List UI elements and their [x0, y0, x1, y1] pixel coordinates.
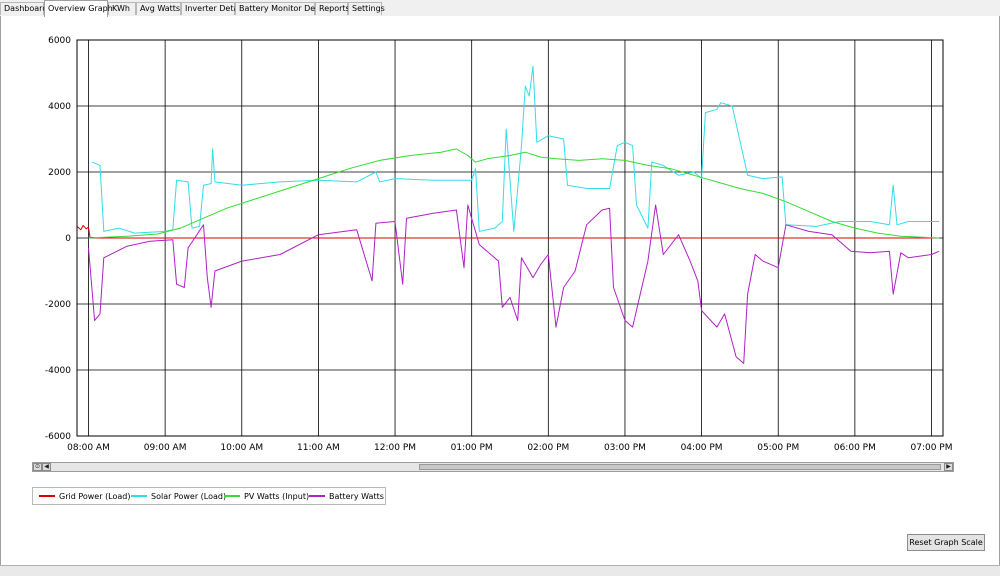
y-tick-label: -2000: [45, 300, 71, 310]
chart-horizontal-scrollbar[interactable]: ⊙ ◀ ▶: [32, 462, 954, 472]
x-tick-label: 03:00 PM: [604, 443, 646, 453]
x-tick-label: 11:00 AM: [297, 443, 340, 453]
y-tick-label: 2000: [48, 168, 71, 178]
scroll-right-arrow-icon[interactable]: ▶: [944, 463, 953, 471]
y-tick-label: 0: [65, 234, 71, 244]
legend-swatch: [39, 494, 55, 497]
legend-item-grid-power: Grid Power (Load): [39, 491, 131, 503]
legend-item-solar-power: Solar Power (Load): [131, 491, 226, 503]
tab-reports[interactable]: Reports: [315, 2, 350, 15]
scrollbar-thumb[interactable]: [419, 464, 941, 470]
y-axis-ticks: 6000 4000 2000 0 -2000 -4000 -6000: [45, 36, 71, 442]
tab-overview-graph[interactable]: Overview Graph: [44, 0, 113, 17]
scroll-reset-icon[interactable]: ⊙: [33, 463, 42, 471]
legend-label: Grid Power (Load): [59, 492, 131, 501]
tab-dashboard[interactable]: Dashboard: [0, 2, 47, 15]
tab-avg-watts[interactable]: Avg Watts: [136, 2, 181, 15]
legend-swatch: [131, 494, 147, 497]
legend-label: Battery Watts: [329, 492, 384, 501]
x-tick-label: 01:00 PM: [451, 443, 493, 453]
chart-legend: Grid Power (Load) Solar Power (Load) PV …: [32, 487, 386, 505]
chart-series-layer: [76, 65, 940, 364]
y-tick-label: -4000: [45, 366, 71, 376]
x-tick-label: 08:00 AM: [67, 443, 110, 453]
y-tick-label: -6000: [45, 432, 71, 442]
x-tick-label: 02:00 PM: [527, 443, 569, 453]
tab-settings[interactable]: Settings: [348, 2, 385, 15]
x-tick-label: 05:00 PM: [757, 443, 799, 453]
series-solar-power-line: [92, 65, 940, 234]
legend-swatch: [224, 494, 240, 497]
legend-swatch: [309, 494, 325, 497]
series-pv-watts-line: [88, 148, 940, 239]
x-tick-label: 07:00 PM: [911, 443, 953, 453]
tab-battery-monitor-detail[interactable]: Battery Monitor Detail: [235, 2, 328, 15]
x-tick-label: 04:00 PM: [681, 443, 723, 453]
tab-inverter-detail[interactable]: Inverter Detail: [181, 2, 243, 15]
legend-item-pv-watts: PV Watts (Input): [224, 491, 309, 503]
overview-line-chart[interactable]: 6000 4000 2000 0 -2000 -4000 -6000 08:00 AM 09:…: [1, 16, 997, 461]
x-tick-label: 06:00 PM: [834, 443, 876, 453]
y-tick-label: 6000: [48, 36, 71, 46]
status-bar: [0, 565, 1000, 576]
legend-item-battery-watts: Battery Watts: [309, 491, 384, 503]
x-tick-label: 09:00 AM: [144, 443, 187, 453]
overview-graph-panel: 6000 4000 2000 0 -2000 -4000 -6000 08:00 AM 09:…: [0, 16, 1000, 565]
reset-graph-scale-button[interactable]: Reset Graph Scale: [907, 534, 985, 551]
scroll-left-arrow-icon[interactable]: ◀: [42, 463, 51, 471]
y-tick-label: 4000: [48, 102, 71, 112]
x-tick-label: 10:00 AM: [220, 443, 263, 453]
legend-label: PV Watts (Input): [244, 492, 310, 501]
legend-label: Solar Power (Load): [151, 492, 227, 501]
x-tick-label: 12:00 PM: [374, 443, 416, 453]
x-axis-ticks: 08:00 AM 09:00 AM 10:00 AM 11:00 AM 12:00 PM…: [67, 443, 952, 453]
tab-strip: Dashboard Overview Graph KWh Avg Watts I…: [0, 0, 1000, 17]
